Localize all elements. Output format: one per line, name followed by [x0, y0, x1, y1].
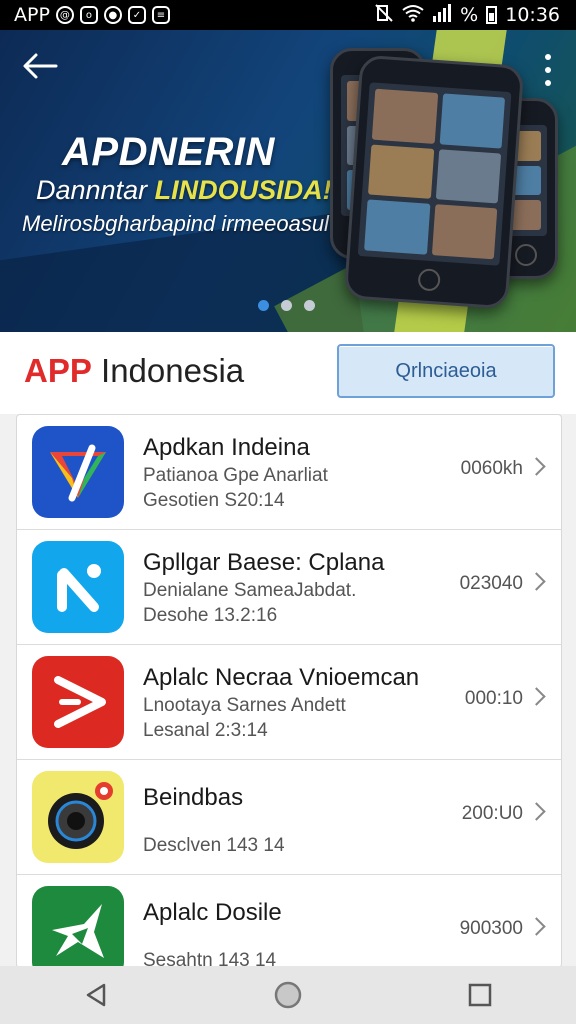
app-name: Beindbas: [143, 784, 244, 811]
app-name: Aplalc Dosile: [143, 899, 282, 926]
app-size: 900300: [459, 918, 523, 939]
carousel-dot[interactable]: [258, 300, 269, 311]
recents-square-icon: [468, 983, 492, 1007]
battery-percent: %: [460, 4, 479, 26]
status-time: 10:36: [505, 4, 560, 26]
more-vert-icon: [545, 67, 551, 73]
brand-title: APP Indonesia: [24, 352, 244, 390]
mute-icon: [374, 3, 394, 28]
wifi-icon: [402, 4, 424, 27]
chat-icon: ●: [103, 6, 122, 24]
gallery-icon: ✓: [127, 6, 146, 24]
back-button[interactable]: [22, 52, 62, 82]
app-size: 0060kh: [460, 458, 523, 479]
chevron-right-icon: [527, 572, 546, 591]
banner-tagline: Melirosbgharbapind irmeeoasul: [22, 211, 329, 236]
signal-icon: [432, 3, 452, 27]
app-size: 000:10: [464, 688, 523, 709]
app-size: 023040: [459, 573, 523, 594]
banner-subtitle-prefix: Dannntar: [36, 175, 148, 205]
app-description: Denialane SameaJabdat.: [143, 580, 357, 601]
more-vert-icon: [545, 54, 551, 60]
mail-icon: @: [55, 6, 74, 24]
list-item[interactable]: Beindbas Desclven 143 14 200:U0: [17, 760, 561, 875]
home-circle-icon: [274, 981, 302, 1009]
app-date: Lesanal 2:3:14: [143, 720, 268, 741]
chevron-right-icon: [527, 687, 546, 706]
status-app-label: APP: [14, 4, 50, 26]
status-bar: APP @ o ● ✓ ≡ % 10:36: [0, 0, 576, 30]
app-icon: o: [79, 6, 98, 24]
app-date: Desohe 13.2:16: [143, 605, 278, 626]
more-menu-button[interactable]: [538, 54, 558, 86]
app-name: Apdkan Indeina: [143, 434, 310, 461]
video-play-icon: [32, 656, 124, 748]
app-description: Patianoa Gpe Anarliat: [143, 465, 328, 486]
n-logo-icon: [32, 541, 124, 633]
list-item[interactable]: Aplalc Dosile Sesahtn 143 14 900300: [17, 875, 561, 967]
app-size: 200:U0: [461, 803, 523, 824]
more-vert-icon: [545, 80, 551, 86]
chevron-right-icon: [527, 917, 546, 936]
app-date: Gesotien S20:14: [143, 490, 285, 511]
header-action-button[interactable]: Qrlnciaeoia: [337, 344, 555, 398]
app-date: Desclven 143 14: [143, 835, 285, 856]
nav-recents-button[interactable]: [458, 973, 502, 1017]
carousel-dot[interactable]: [304, 300, 315, 311]
banner-title: APDNERIN: [62, 130, 275, 174]
app-list: Apdkan Indeina Patianoa Gpe Anarliat Ges…: [16, 414, 562, 968]
brand-app-label: APP: [24, 352, 92, 389]
app-name: Aplalc Necraa Vnioemcan: [143, 664, 420, 691]
carousel-dot[interactable]: [281, 300, 292, 311]
status-bar-right: % 10:36: [374, 3, 576, 28]
chevron-right-icon: [527, 802, 546, 821]
section-header: APP Indonesia Qrlnciaeoia: [0, 332, 576, 414]
carousel-indicator: [258, 300, 315, 311]
nav-back-button[interactable]: [74, 973, 118, 1017]
download-icon: ≡: [151, 6, 170, 24]
app-description: Lnootaya Sarnes Andett: [143, 695, 346, 716]
arrow-left-icon: [23, 53, 58, 79]
banner-subtitle-highlight: LINDOUSIDA!: [154, 175, 332, 205]
promo-banner[interactable]: APDNERIN Dannntar LINDOUSIDA! Melirosbgh…: [0, 30, 576, 332]
google-ads-icon: [32, 426, 124, 518]
brand-rest-label: Indonesia: [101, 352, 245, 389]
banner-subtitle: Dannntar LINDOUSIDA!: [36, 175, 332, 206]
status-bar-left: APP @ o ● ✓ ≡: [0, 4, 170, 26]
camera-icon: [32, 771, 124, 863]
battery-icon: [486, 6, 498, 24]
list-item[interactable]: Aplalc Necraa Vnioemcan Lnootaya Sarnes …: [17, 645, 561, 760]
chevron-right-icon: [527, 457, 546, 476]
nav-home-button[interactable]: [266, 973, 310, 1017]
system-nav-bar: [0, 966, 576, 1024]
list-item[interactable]: Apdkan Indeina Patianoa Gpe Anarliat Ges…: [17, 415, 561, 530]
list-item[interactable]: Gpllgar Baese: Cplana Denialane SameaJab…: [17, 530, 561, 645]
phone-image: [343, 54, 525, 310]
app-name: Gpllgar Baese: Cplana: [143, 549, 385, 576]
star-arrow-icon: [32, 886, 124, 967]
back-triangle-icon: [86, 983, 106, 1007]
